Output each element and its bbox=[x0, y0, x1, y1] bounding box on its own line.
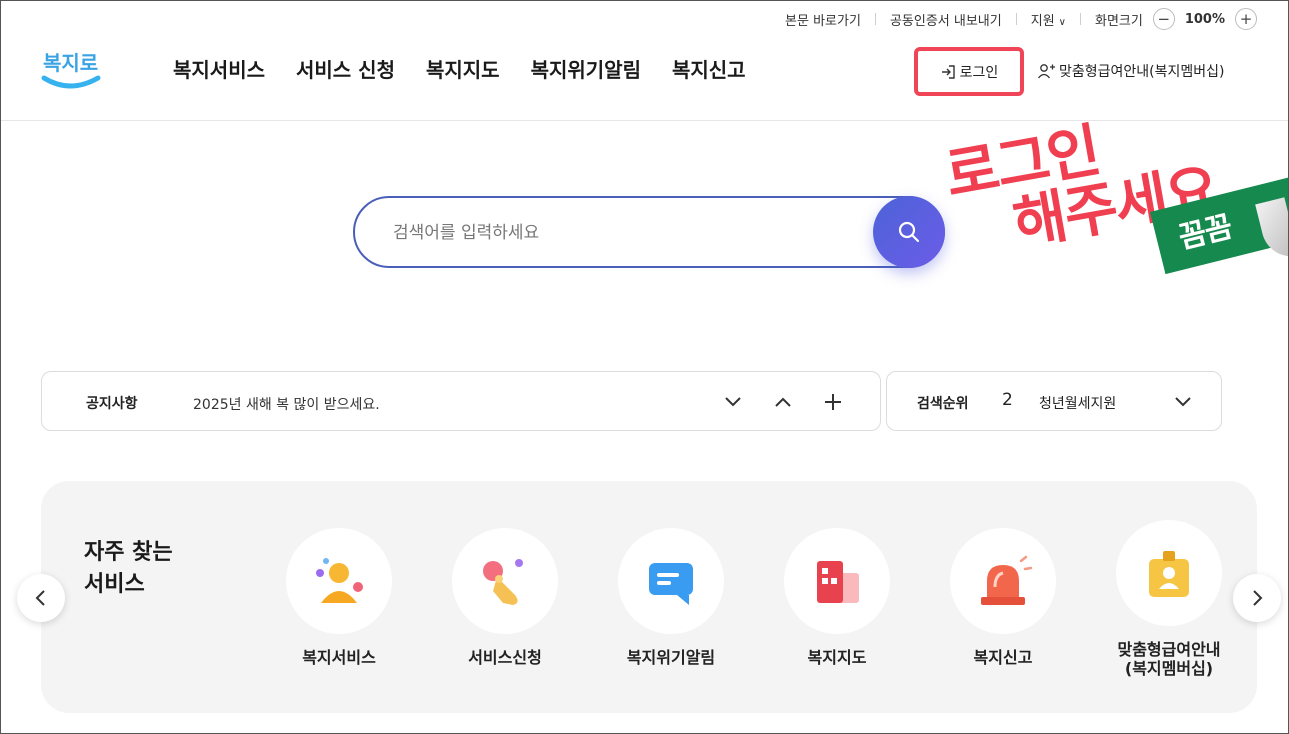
login-label: 로그인 bbox=[959, 64, 999, 81]
nav-welfare-map[interactable]: 복지지도 bbox=[426, 54, 500, 83]
skip-to-content-link[interactable]: 본문 바로가기 bbox=[785, 10, 861, 29]
cert-export-link[interactable]: 공동인증서 내보내기 bbox=[890, 10, 1002, 29]
frequent-services-title: 자주 찾는 서비스 bbox=[84, 537, 173, 601]
service-icon-circle bbox=[784, 528, 890, 634]
divider bbox=[1079, 13, 1081, 25]
service-icon-circle bbox=[618, 528, 724, 634]
ranking-number: 2 bbox=[1002, 390, 1013, 410]
search-box bbox=[353, 196, 945, 268]
service-icon-circle bbox=[1116, 520, 1222, 626]
siren-icon bbox=[981, 555, 1033, 605]
logo-text: 복지로 bbox=[43, 51, 98, 75]
zoom-level: 100% bbox=[1184, 11, 1225, 27]
title-line2: 서비스 bbox=[84, 572, 145, 597]
membership-link[interactable]: 맞춤형급여안내(복지멤버십) bbox=[1037, 61, 1224, 81]
divider bbox=[874, 13, 876, 25]
screen-size-label: 화면크기 bbox=[1094, 13, 1143, 29]
header-divider bbox=[0, 120, 1289, 121]
search-button[interactable] bbox=[873, 196, 945, 268]
notice-bar: 공지사항 2025년 새해 복 많이 받으세요. bbox=[41, 371, 881, 431]
utility-bar: 본문 바로가기 공동인증서 내보내기 지원 ∨ 화면크기 − 100% + bbox=[785, 8, 1257, 30]
carousel-prev-button[interactable] bbox=[17, 574, 65, 622]
service-crisis-alert[interactable]: 복지위기알림 bbox=[601, 528, 741, 667]
notice-next-button[interactable] bbox=[721, 390, 745, 414]
login-icon bbox=[941, 64, 955, 79]
chevron-down-icon bbox=[1175, 397, 1191, 407]
login-button[interactable]: 로그인 bbox=[914, 47, 1024, 96]
id-badge-icon bbox=[1149, 551, 1189, 597]
nav-service-apply[interactable]: 서비스 신청 bbox=[296, 54, 395, 83]
service-icon-circle bbox=[452, 528, 558, 634]
ranking-label: 검색순위 bbox=[917, 396, 969, 412]
chevron-down-icon: ∨ bbox=[1058, 16, 1066, 28]
zoom-out-button[interactable]: − bbox=[1152, 8, 1175, 30]
service-apply[interactable]: 서비스신청 bbox=[435, 528, 575, 667]
search-input[interactable] bbox=[393, 218, 833, 248]
ranking-expand-button[interactable] bbox=[1171, 390, 1195, 414]
support-dropdown[interactable]: 지원 ∨ bbox=[1031, 10, 1066, 29]
service-label: 복지지도 bbox=[807, 648, 867, 667]
nav-crisis-alert[interactable]: 복지위기알림 bbox=[531, 54, 641, 83]
service-icon-circle bbox=[286, 528, 392, 634]
search-ranking: 검색순위 2 청년월세지원 bbox=[886, 371, 1222, 431]
message-icon bbox=[649, 563, 693, 605]
service-label: 복지위기알림 bbox=[626, 648, 716, 667]
site-logo[interactable]: 복지로 bbox=[40, 42, 102, 92]
building-icon bbox=[817, 561, 859, 603]
service-label: 맞춤형급여안내 (복지멤버십) bbox=[1117, 640, 1221, 678]
nav-welfare-service[interactable]: 복지서비스 bbox=[173, 54, 265, 83]
plus-icon bbox=[825, 394, 841, 410]
service-membership[interactable]: 맞춤형급여안내 (복지멤버십) bbox=[1099, 520, 1239, 678]
service-welfare-map[interactable]: 복지지도 bbox=[767, 528, 907, 667]
logo-mark-icon: 복지로 bbox=[41, 51, 101, 89]
chevron-left-icon bbox=[35, 590, 45, 606]
membership-label: 맞춤형급여안내(복지멤버십) bbox=[1059, 64, 1225, 80]
main-nav: 복지서비스 서비스 신청 복지지도 복지위기알림 복지신고 bbox=[173, 54, 746, 83]
carousel-next-button[interactable] bbox=[1233, 574, 1281, 622]
chevron-right-icon bbox=[1253, 590, 1263, 606]
user-plus-icon bbox=[1037, 64, 1055, 79]
search-icon bbox=[898, 221, 920, 243]
service-label: 복지신고 bbox=[973, 648, 1033, 667]
person-icon bbox=[316, 558, 363, 603]
notice-more-button[interactable] bbox=[821, 390, 845, 414]
notice-label: 공지사항 bbox=[86, 396, 138, 412]
zoom-in-button[interactable]: + bbox=[1235, 8, 1257, 30]
divider bbox=[1015, 13, 1017, 25]
service-icon-circle bbox=[950, 528, 1056, 634]
title-line1: 자주 찾는 bbox=[84, 540, 173, 565]
nav-welfare-report[interactable]: 복지신고 bbox=[672, 54, 746, 83]
sticker-text: 꼼꼼 bbox=[1175, 209, 1236, 257]
chevron-up-icon bbox=[775, 397, 791, 407]
support-label: 지원 bbox=[1030, 13, 1055, 29]
service-welfare-report[interactable]: 복지신고 bbox=[933, 528, 1073, 667]
notice-prev-button[interactable] bbox=[771, 390, 795, 414]
touch-hand-icon bbox=[483, 559, 523, 605]
chevron-down-icon bbox=[725, 397, 741, 407]
ranking-keyword[interactable]: 청년월세지원 bbox=[1039, 393, 1117, 413]
service-welfare[interactable]: 복지서비스 bbox=[269, 528, 409, 667]
service-label: 복지서비스 bbox=[302, 648, 376, 667]
service-label: 서비스신청 bbox=[468, 648, 542, 667]
notice-text[interactable]: 2025년 새해 복 많이 받으세요. bbox=[193, 394, 380, 414]
